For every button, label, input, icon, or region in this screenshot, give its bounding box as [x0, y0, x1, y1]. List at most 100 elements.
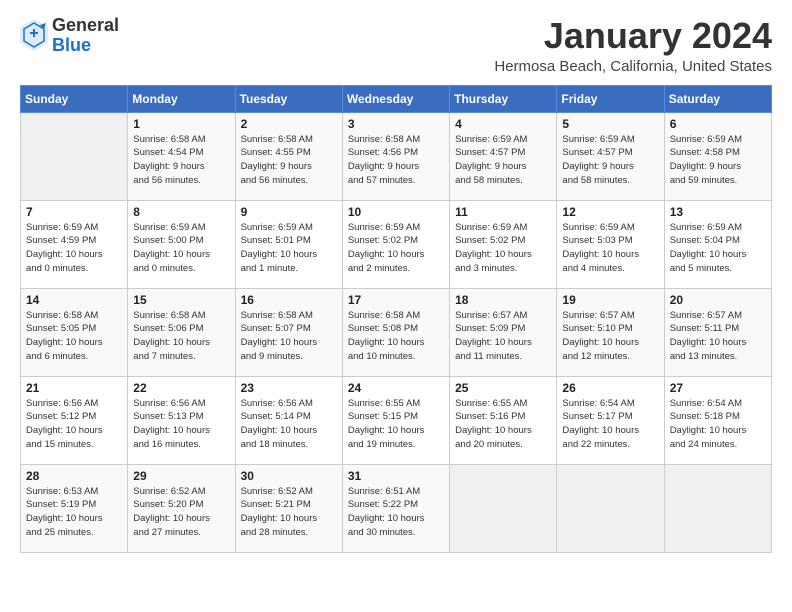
- day-info: Sunrise: 6:55 AMSunset: 5:16 PMDaylight:…: [455, 397, 551, 452]
- day-info: Sunrise: 6:56 AMSunset: 5:12 PMDaylight:…: [26, 397, 122, 452]
- day-info: Sunrise: 6:52 AMSunset: 5:21 PMDaylight:…: [241, 485, 337, 540]
- day-info: Sunrise: 6:59 AMSunset: 4:58 PMDaylight:…: [670, 133, 766, 188]
- logo-blue-text: Blue: [52, 36, 119, 56]
- day-number: 4: [455, 117, 551, 131]
- calendar-cell: 22 Sunrise: 6:56 AMSunset: 5:13 PMDayligh…: [128, 376, 235, 464]
- calendar-cell: 24 Sunrise: 6:55 AMSunset: 5:15 PMDayligh…: [342, 376, 449, 464]
- calendar-cell: 16Sunrise: 6:58 AMSunset: 5:07 PMDayligh…: [235, 288, 342, 376]
- header-thursday: Thursday: [450, 85, 557, 112]
- day-number: 18: [455, 293, 551, 307]
- calendar-cell: 7 Sunrise: 6:59 AMSunset: 4:59 PMDaylight…: [21, 200, 128, 288]
- calendar-cell: 29 Sunrise: 6:52 AMSunset: 5:20 PMDayligh…: [128, 464, 235, 552]
- day-number: 24: [348, 381, 444, 395]
- day-info: Sunrise: 6:58 AMSunset: 4:55 PMDaylight:…: [241, 133, 337, 188]
- calendar-cell: 18Sunrise: 6:57 AMSunset: 5:09 PMDayligh…: [450, 288, 557, 376]
- day-info: Sunrise: 6:59 AMSunset: 5:02 PMDaylight:…: [348, 221, 444, 276]
- calendar-cell: 15 Sunrise: 6:58 AMSunset: 5:06 PMDayligh…: [128, 288, 235, 376]
- day-number: 26: [562, 381, 658, 395]
- day-number: 13: [670, 205, 766, 219]
- day-info: Sunrise: 6:58 AMSunset: 4:54 PMDaylight:…: [133, 133, 229, 188]
- calendar-table: Sunday Monday Tuesday Wednesday Thursday…: [20, 85, 772, 553]
- calendar-week-4: 28 Sunrise: 6:53 AMSunset: 5:19 PMDayligh…: [21, 464, 772, 552]
- calendar-cell: [450, 464, 557, 552]
- day-info: Sunrise: 6:56 AMSunset: 5:14 PMDaylight:…: [241, 397, 337, 452]
- calendar-cell: 2 Sunrise: 6:58 AMSunset: 4:55 PMDaylight…: [235, 112, 342, 200]
- day-info: Sunrise: 6:59 AMSunset: 4:57 PMDaylight:…: [455, 133, 551, 188]
- day-number: 5: [562, 117, 658, 131]
- calendar-cell: 1 Sunrise: 6:58 AMSunset: 4:54 PMDaylight…: [128, 112, 235, 200]
- calendar-cell: 10Sunrise: 6:59 AMSunset: 5:02 PMDayligh…: [342, 200, 449, 288]
- day-number: 9: [241, 205, 337, 219]
- day-info: Sunrise: 6:57 AMSunset: 5:10 PMDaylight:…: [562, 309, 658, 364]
- calendar-cell: 12 Sunrise: 6:59 AMSunset: 5:03 PMDayligh…: [557, 200, 664, 288]
- calendar-cell: 6 Sunrise: 6:59 AMSunset: 4:58 PMDaylight…: [664, 112, 771, 200]
- location: Hermosa Beach, California, United States: [494, 58, 772, 75]
- calendar-cell: 27Sunrise: 6:54 AMSunset: 5:18 PMDayligh…: [664, 376, 771, 464]
- day-info: Sunrise: 6:59 AMSunset: 5:03 PMDaylight:…: [562, 221, 658, 276]
- header-sunday: Sunday: [21, 85, 128, 112]
- header-monday: Monday: [128, 85, 235, 112]
- day-info: Sunrise: 6:58 AMSunset: 4:56 PMDaylight:…: [348, 133, 444, 188]
- day-info: Sunrise: 6:58 AMSunset: 5:07 PMDaylight:…: [241, 309, 337, 364]
- day-info: Sunrise: 6:54 AMSunset: 5:17 PMDaylight:…: [562, 397, 658, 452]
- day-info: Sunrise: 6:52 AMSunset: 5:20 PMDaylight:…: [133, 485, 229, 540]
- calendar-cell: [557, 464, 664, 552]
- day-info: Sunrise: 6:58 AMSunset: 5:08 PMDaylight:…: [348, 309, 444, 364]
- day-number: 14: [26, 293, 122, 307]
- calendar-cell: 17 Sunrise: 6:58 AMSunset: 5:08 PMDayligh…: [342, 288, 449, 376]
- calendar-header: Sunday Monday Tuesday Wednesday Thursday…: [21, 85, 772, 112]
- day-number: 21: [26, 381, 122, 395]
- day-number: 2: [241, 117, 337, 131]
- day-number: 12: [562, 205, 658, 219]
- day-number: 28: [26, 469, 122, 483]
- calendar-cell: 13Sunrise: 6:59 AMSunset: 5:04 PMDayligh…: [664, 200, 771, 288]
- day-info: Sunrise: 6:53 AMSunset: 5:19 PMDaylight:…: [26, 485, 122, 540]
- day-info: Sunrise: 6:59 AMSunset: 4:59 PMDaylight:…: [26, 221, 122, 276]
- day-number: 15: [133, 293, 229, 307]
- logo-text: General Blue: [52, 16, 119, 56]
- day-info: Sunrise: 6:55 AMSunset: 5:15 PMDaylight:…: [348, 397, 444, 452]
- day-info: Sunrise: 6:57 AMSunset: 5:11 PMDaylight:…: [670, 309, 766, 364]
- calendar-cell: 8Sunrise: 6:59 AMSunset: 5:00 PMDaylight…: [128, 200, 235, 288]
- month-title: January 2024: [494, 16, 772, 56]
- day-number: 22: [133, 381, 229, 395]
- day-number: 7: [26, 205, 122, 219]
- header-friday: Friday: [557, 85, 664, 112]
- day-number: 30: [241, 469, 337, 483]
- day-info: Sunrise: 6:59 AMSunset: 4:57 PMDaylight:…: [562, 133, 658, 188]
- day-number: 8: [133, 205, 229, 219]
- day-number: 23: [241, 381, 337, 395]
- title-area: January 2024 Hermosa Beach, California, …: [494, 16, 772, 75]
- calendar-cell: 9Sunrise: 6:59 AMSunset: 5:01 PMDaylight…: [235, 200, 342, 288]
- header-row: Sunday Monday Tuesday Wednesday Thursday…: [21, 85, 772, 112]
- day-number: 17: [348, 293, 444, 307]
- calendar-week-0: 1 Sunrise: 6:58 AMSunset: 4:54 PMDaylight…: [21, 112, 772, 200]
- logo: General Blue: [20, 16, 119, 56]
- header-wednesday: Wednesday: [342, 85, 449, 112]
- day-number: 1: [133, 117, 229, 131]
- calendar-cell: 4 Sunrise: 6:59 AMSunset: 4:57 PMDaylight…: [450, 112, 557, 200]
- calendar-cell: 14 Sunrise: 6:58 AMSunset: 5:05 PMDayligh…: [21, 288, 128, 376]
- calendar-cell: 28 Sunrise: 6:53 AMSunset: 5:19 PMDayligh…: [21, 464, 128, 552]
- calendar-cell: 5 Sunrise: 6:59 AMSunset: 4:57 PMDaylight…: [557, 112, 664, 200]
- day-number: 19: [562, 293, 658, 307]
- day-info: Sunrise: 6:51 AMSunset: 5:22 PMDaylight:…: [348, 485, 444, 540]
- header: General Blue January 2024 Hermosa Beach,…: [20, 16, 772, 75]
- day-number: 29: [133, 469, 229, 483]
- day-info: Sunrise: 6:56 AMSunset: 5:13 PMDaylight:…: [133, 397, 229, 452]
- calendar-cell: [664, 464, 771, 552]
- day-number: 11: [455, 205, 551, 219]
- calendar-cell: 19 Sunrise: 6:57 AMSunset: 5:10 PMDayligh…: [557, 288, 664, 376]
- calendar-cell: 26 Sunrise: 6:54 AMSunset: 5:17 PMDayligh…: [557, 376, 664, 464]
- day-info: Sunrise: 6:58 AMSunset: 5:05 PMDaylight:…: [26, 309, 122, 364]
- calendar-week-3: 21 Sunrise: 6:56 AMSunset: 5:12 PMDayligh…: [21, 376, 772, 464]
- day-info: Sunrise: 6:58 AMSunset: 5:06 PMDaylight:…: [133, 309, 229, 364]
- header-saturday: Saturday: [664, 85, 771, 112]
- day-number: 31: [348, 469, 444, 483]
- calendar-cell: 3 Sunrise: 6:58 AMSunset: 4:56 PMDaylight…: [342, 112, 449, 200]
- day-number: 27: [670, 381, 766, 395]
- day-number: 3: [348, 117, 444, 131]
- page: General Blue January 2024 Hermosa Beach,…: [0, 0, 792, 563]
- header-tuesday: Tuesday: [235, 85, 342, 112]
- day-number: 6: [670, 117, 766, 131]
